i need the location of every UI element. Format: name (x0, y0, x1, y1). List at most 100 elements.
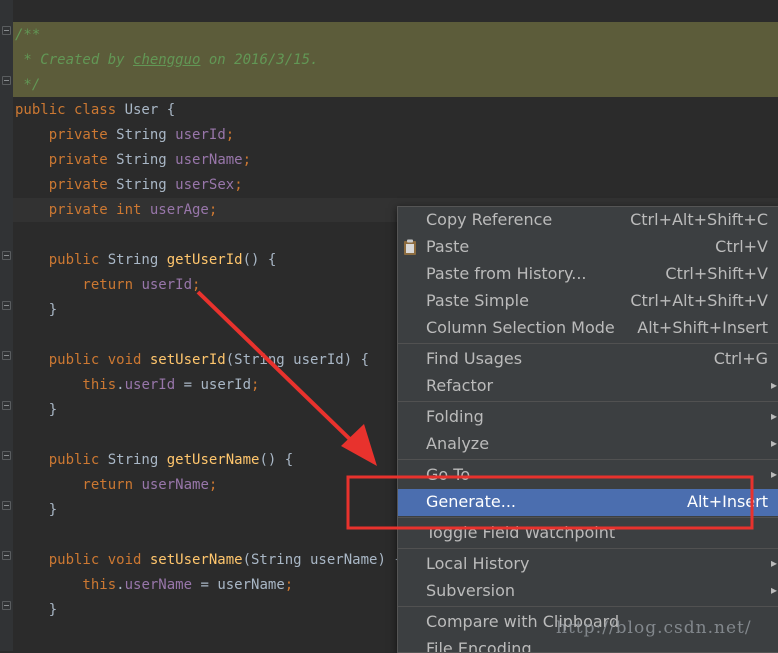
code-token: ; (234, 177, 243, 193)
code-line[interactable]: this.userName = userName; (15, 573, 293, 598)
code-token: (String userId) { (225, 352, 370, 368)
fold-toggle-icon[interactable] (2, 601, 11, 610)
code-token: return (15, 477, 142, 493)
code-line[interactable]: } (15, 498, 57, 523)
code-line[interactable]: * Created by chengguo on 2016/3/15. (15, 48, 318, 73)
code-line[interactable]: } (15, 298, 57, 323)
code-token: ; (225, 127, 235, 143)
menu-item-label: Paste (426, 237, 470, 256)
menu-item-copy-reference[interactable]: Copy Reference Ctrl+Alt+Shift+C (398, 207, 778, 234)
menu-item-label: Toggle Field Watchpoint (426, 523, 616, 542)
fold-toggle-icon[interactable] (2, 76, 11, 85)
code-token: userId (175, 127, 226, 143)
menu-item-label: Subversion (426, 581, 516, 600)
code-line[interactable]: private int userAge; (15, 198, 218, 223)
code-line[interactable]: public String getUserId() { (15, 248, 277, 273)
code-token: private (15, 177, 117, 193)
editor-gutter (0, 0, 13, 651)
fold-toggle-icon[interactable] (2, 251, 11, 260)
code-token: setUserName (149, 552, 243, 568)
menu-item-paste-from-history[interactable]: Paste from History... Ctrl+Shift+V (398, 261, 778, 288)
clipboard-paste-icon (404, 239, 416, 255)
menu-item-toggle-field-watchpoint[interactable]: Toggle Field Watchpoint (398, 520, 778, 547)
fold-toggle-icon[interactable] (2, 551, 11, 560)
code-token: setUserId (149, 352, 226, 368)
menu-item-file-encoding[interactable]: File Encoding (398, 636, 778, 652)
code-token: userName (175, 152, 243, 168)
code-line[interactable]: private String userSex; (15, 173, 243, 198)
menu-item-analyze[interactable]: Analyze ▸ (398, 431, 778, 458)
code-token: userAge (149, 202, 209, 218)
code-line[interactable]: public void setUserName(String userName)… (15, 548, 403, 573)
submenu-arrow-icon: ▸ (770, 556, 777, 570)
submenu-arrow-icon: ▸ (770, 409, 777, 423)
code-token: public class (15, 102, 125, 118)
fold-toggle-icon[interactable] (2, 301, 11, 310)
menu-item-shortcut: Ctrl+Alt+Shift+C (630, 210, 768, 229)
code-line[interactable]: public class User { (15, 98, 175, 123)
menu-item-paste[interactable]: Paste Ctrl+V (398, 234, 778, 261)
fold-toggle-icon[interactable] (2, 401, 11, 410)
menu-item-column-selection-mode[interactable]: Column Selection Mode Alt+Shift+Insert (398, 315, 778, 342)
code-token: return (15, 277, 142, 293)
watermark: http://blog.csdn.net/ (556, 618, 752, 638)
code-line[interactable]: private String userName; (15, 148, 251, 173)
code-token: * Created by (15, 52, 134, 68)
code-line[interactable]: this.userId = userId; (15, 373, 259, 398)
menu-item-shortcut: Ctrl+V (715, 237, 768, 256)
menu-item-label: Paste Simple (426, 291, 529, 310)
code-line[interactable]: public String getUserName() { (15, 448, 293, 473)
code-token: . (116, 377, 125, 393)
menu-separator (398, 401, 778, 402)
fold-toggle-icon[interactable] (2, 351, 11, 360)
code-token: private (15, 152, 117, 168)
menu-item-folding[interactable]: Folding ▸ (398, 404, 778, 431)
code-token: userSex (175, 177, 235, 193)
code-line[interactable]: private String userId; (15, 123, 234, 148)
code-line[interactable]: return userId; (15, 273, 200, 298)
code-line[interactable]: */ (15, 73, 40, 98)
code-token: getUserId (166, 252, 243, 268)
menu-item-find-usages[interactable]: Find Usages Ctrl+G (398, 346, 778, 373)
menu-item-local-history[interactable]: Local History ▸ (398, 551, 778, 578)
code-token: String (116, 177, 176, 193)
code-token: } (15, 302, 58, 318)
code-token: String (116, 127, 176, 143)
code-token: } (15, 402, 58, 418)
code-token: ; (208, 477, 218, 493)
fold-toggle-icon[interactable] (2, 26, 11, 35)
menu-item-label: Column Selection Mode (426, 318, 615, 337)
code-token: String (107, 452, 167, 468)
menu-item-label: Paste from History... (426, 264, 587, 283)
menu-item-go-to[interactable]: Go To ▸ (398, 462, 778, 489)
code-token: userId (124, 377, 176, 393)
code-line[interactable]: /** (15, 23, 40, 48)
code-token: () { (259, 452, 294, 468)
code-token: private (15, 127, 117, 143)
code-line[interactable]: return userName; (15, 473, 217, 498)
menu-item-label: Find Usages (426, 349, 523, 368)
menu-item-generate[interactable]: Generate... Alt+Insert (398, 489, 778, 516)
code-token: } (15, 502, 58, 518)
code-token: getUserName (166, 452, 260, 468)
code-token: User { (124, 102, 176, 118)
code-token: this (15, 377, 117, 393)
code-token: . (116, 577, 125, 593)
submenu-arrow-icon: ▸ (770, 583, 777, 597)
fold-toggle-icon[interactable] (2, 451, 11, 460)
fold-toggle-icon[interactable] (2, 501, 11, 510)
menu-item-subversion[interactable]: Subversion ▸ (398, 578, 778, 605)
menu-item-paste-simple[interactable]: Paste Simple Ctrl+Alt+Shift+V (398, 288, 778, 315)
code-line[interactable]: } (15, 598, 57, 623)
code-line[interactable]: } (15, 398, 57, 423)
menu-item-shortcut: Ctrl+Alt+Shift+V (630, 291, 768, 310)
code-token: userName (141, 477, 209, 493)
menu-item-label: Local History (426, 554, 530, 573)
code-token: this (15, 577, 117, 593)
code-token: userName (124, 577, 193, 593)
code-line[interactable]: public void setUserId(String userId) { (15, 348, 369, 373)
menu-item-refactor[interactable]: Refactor ▸ (398, 373, 778, 400)
code-token: ; (242, 152, 252, 168)
menu-separator (398, 548, 778, 549)
menu-separator (398, 606, 778, 607)
